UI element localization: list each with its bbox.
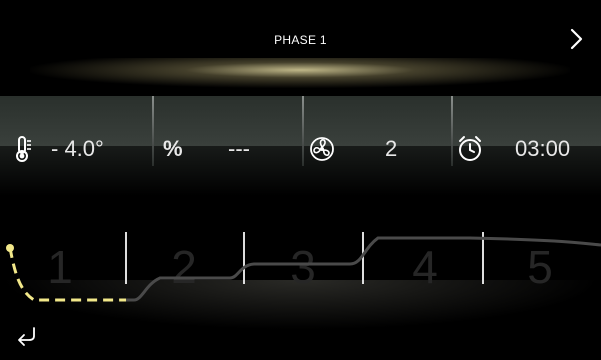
phase-screen: PHASE 1 - 4.0° % --- 2 03:00 1 2 3 4 5 — [0, 0, 601, 360]
phase-number: 5 — [527, 241, 553, 293]
phase-number: 1 — [47, 241, 73, 293]
fan-setting[interactable]: 2 — [304, 96, 454, 196]
parameter-strip: - 4.0° % --- 2 03:00 — [0, 96, 601, 196]
humidity-value: --- — [228, 136, 250, 161]
percent-icon: % — [163, 136, 183, 161]
page-title: PHASE 1 — [274, 33, 327, 47]
phase-chart[interactable]: 1 2 3 4 5 — [0, 210, 601, 330]
alarm-clock-icon — [456, 133, 484, 163]
fan-value: 2 — [385, 136, 398, 161]
phase-number: 4 — [412, 241, 438, 293]
phase-curve-svg: 1 2 3 4 5 — [6, 232, 601, 302]
timer-value: 03:00 — [515, 136, 571, 161]
header: PHASE 1 — [0, 0, 601, 96]
next-phase-button[interactable] — [561, 24, 591, 54]
return-arrow-icon — [18, 327, 35, 346]
humidity-setting[interactable]: % --- — [154, 96, 304, 196]
header-glow — [30, 58, 570, 88]
phase-number: 2 — [171, 241, 197, 293]
temperature-value: - 4.0° — [51, 136, 104, 161]
chevron-right-icon — [570, 28, 583, 50]
timer-setting[interactable]: 03:00 — [453, 96, 601, 196]
temperature-setting[interactable]: - 4.0° — [0, 96, 150, 196]
fan-icon — [308, 133, 336, 163]
back-button[interactable] — [14, 323, 40, 349]
thermometer-icon — [12, 133, 40, 163]
phase-number: 3 — [290, 241, 316, 293]
curve-start-point — [6, 244, 14, 252]
